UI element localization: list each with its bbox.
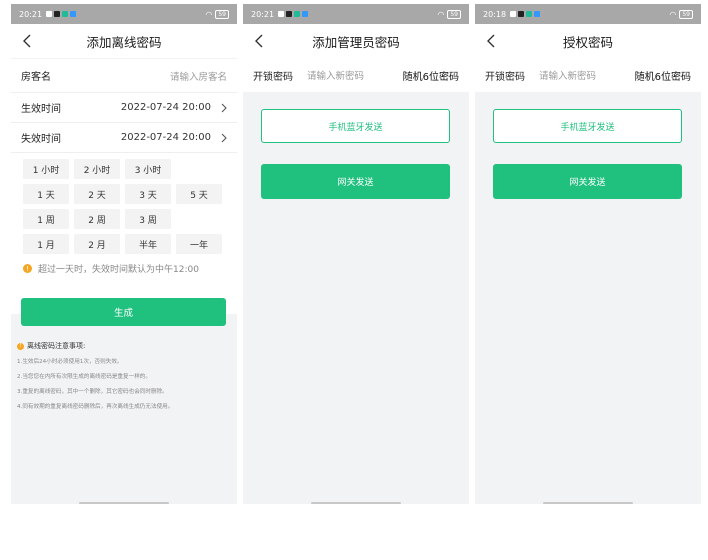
password-input-row: 开锁密码 请输入新密码 随机6位密码 bbox=[243, 58, 469, 92]
new-password-input[interactable]: 请输入新密码 bbox=[539, 68, 596, 82]
warning-icon: ! bbox=[23, 264, 32, 273]
guest-name-label: 房客名 bbox=[21, 72, 51, 83]
chip-half-year[interactable]: 半年 bbox=[125, 234, 171, 254]
chevron-left-icon[interactable] bbox=[483, 32, 501, 50]
screen-authorize-password: 20:18 ◠ 59 授权密码 开锁密码 请输入新密码 随机6位密码 手机蓝牙发… bbox=[475, 4, 701, 504]
end-time-row[interactable]: 失效时间 2022-07-24 20:00 bbox=[11, 123, 237, 153]
notification-icons bbox=[278, 11, 309, 17]
random-password-button[interactable]: 随机6位密码 bbox=[403, 68, 459, 83]
status-right: ◠ 59 bbox=[669, 9, 693, 19]
battery-icon: 59 bbox=[215, 9, 229, 19]
screen-offline-password: 20:21 ◠ 59 添加离线密码 房客名 请输入房客名 生效时间 2022-0… bbox=[11, 4, 237, 504]
chip-5d[interactable]: 5 天 bbox=[176, 184, 222, 204]
duration-chips: 1 小时 2 小时 3 小时 1 天 2 天 3 天 5 天 1 周 2 周 3… bbox=[11, 153, 237, 254]
chevron-left-icon[interactable] bbox=[19, 32, 37, 50]
nav-bar: 添加离线密码 bbox=[11, 24, 237, 58]
chevron-right-icon bbox=[221, 133, 227, 142]
chip-1h[interactable]: 1 小时 bbox=[23, 159, 69, 179]
home-indicator bbox=[543, 502, 633, 504]
chip-1w[interactable]: 1 周 bbox=[23, 209, 69, 229]
note-item: 3.重复的离线密码，其中一个删除，其它密码也会同时删除。 bbox=[17, 389, 168, 395]
gateway-send-button[interactable]: 网关发送 bbox=[493, 164, 682, 199]
warning-icon: ! bbox=[17, 342, 24, 350]
chip-2h[interactable]: 2 小时 bbox=[74, 159, 120, 179]
status-right: ◠ 59 bbox=[437, 9, 461, 19]
unlock-password-label: 开锁密码 bbox=[253, 71, 293, 83]
page-title: 授权密码 bbox=[562, 34, 613, 50]
wifi-icon: ◠ bbox=[669, 9, 677, 19]
notification-icons bbox=[510, 11, 541, 17]
notes-title-text: 离线密码注意事项: bbox=[27, 342, 86, 350]
chip-3h[interactable]: 3 小时 bbox=[125, 159, 171, 179]
new-password-input[interactable]: 请输入新密码 bbox=[307, 68, 364, 82]
bluetooth-send-button[interactable]: 手机蓝牙发送 bbox=[493, 109, 682, 143]
gateway-send-button[interactable]: 网关发送 bbox=[261, 164, 450, 199]
note-item: 2.当您您在内所有次限生成的离线密码是重复一样的。 bbox=[17, 374, 151, 380]
notes-title: ! 离线密码注意事项: bbox=[17, 341, 231, 351]
start-time-value: 2022-07-24 20:00 bbox=[120, 102, 211, 113]
start-time-label: 生效时间 bbox=[21, 104, 61, 115]
page-title: 添加管理员密码 bbox=[312, 34, 400, 50]
wifi-icon: ◠ bbox=[205, 9, 213, 19]
battery-icon: 59 bbox=[679, 9, 693, 19]
bluetooth-send-button[interactable]: 手机蓝牙发送 bbox=[261, 109, 450, 143]
note-item: 1.生效后24小时必须使用1次，否则失效。 bbox=[17, 359, 123, 365]
start-time-row[interactable]: 生效时间 2022-07-24 20:00 bbox=[11, 93, 237, 123]
expiry-hint: ! 超过一天时，失效时间默认为中午12:00 bbox=[11, 259, 237, 283]
chevron-right-icon bbox=[221, 103, 227, 112]
status-time: 20:21 bbox=[19, 9, 43, 19]
chevron-left-icon[interactable] bbox=[251, 32, 269, 50]
home-indicator bbox=[79, 502, 169, 504]
nav-bar: 添加管理员密码 bbox=[243, 24, 469, 58]
status-time: 20:21 bbox=[251, 9, 275, 19]
status-bar: 20:18 ◠ 59 bbox=[475, 4, 701, 24]
chip-1d[interactable]: 1 天 bbox=[23, 184, 69, 204]
chip-2w[interactable]: 2 周 bbox=[74, 209, 120, 229]
guest-name-row[interactable]: 房客名 请输入房客名 bbox=[11, 59, 237, 93]
guest-name-input[interactable]: 请输入房客名 bbox=[170, 69, 227, 83]
form-section: 房客名 请输入房客名 生效时间 2022-07-24 20:00 失效时间 20… bbox=[11, 59, 237, 314]
end-time-value: 2022-07-24 20:00 bbox=[120, 132, 211, 143]
status-bar: 20:21 ◠ 59 bbox=[243, 4, 469, 24]
battery-icon: 59 bbox=[447, 9, 461, 19]
chip-3d[interactable]: 3 天 bbox=[125, 184, 171, 204]
screen-admin-password: 20:21 ◠ 59 添加管理员密码 开锁密码 请输入新密码 随机6位密码 手机… bbox=[243, 4, 469, 504]
notification-icons bbox=[46, 11, 77, 17]
chip-3w[interactable]: 3 周 bbox=[125, 209, 171, 229]
wifi-icon: ◠ bbox=[437, 9, 445, 19]
generate-button[interactable]: 生成 bbox=[21, 298, 226, 326]
home-indicator bbox=[311, 502, 401, 504]
chip-2m[interactable]: 2 月 bbox=[74, 234, 120, 254]
status-bar: 20:21 ◠ 59 bbox=[11, 4, 237, 24]
status-right: ◠ 59 bbox=[205, 9, 229, 19]
nav-bar: 授权密码 bbox=[475, 24, 701, 58]
page-title: 添加离线密码 bbox=[86, 34, 162, 50]
password-input-row: 开锁密码 请输入新密码 随机6位密码 bbox=[475, 58, 701, 92]
chip-one-year[interactable]: 一年 bbox=[176, 234, 222, 254]
random-password-button[interactable]: 随机6位密码 bbox=[635, 68, 691, 83]
chip-1m[interactable]: 1 月 bbox=[23, 234, 69, 254]
status-time: 20:18 bbox=[483, 9, 507, 19]
end-time-label: 失效时间 bbox=[21, 134, 61, 145]
note-item: 4.同有效期的重复离线密码删除后，再次离线生成仍无法使用。 bbox=[17, 404, 174, 410]
chip-2d[interactable]: 2 天 bbox=[74, 184, 120, 204]
unlock-password-label: 开锁密码 bbox=[485, 71, 525, 83]
notes-section: ! 离线密码注意事项: 1.生效后24小时必须使用1次，否则失效。 2.当您您在… bbox=[17, 341, 231, 417]
expiry-hint-text: 超过一天时，失效时间默认为中午12:00 bbox=[38, 265, 199, 275]
